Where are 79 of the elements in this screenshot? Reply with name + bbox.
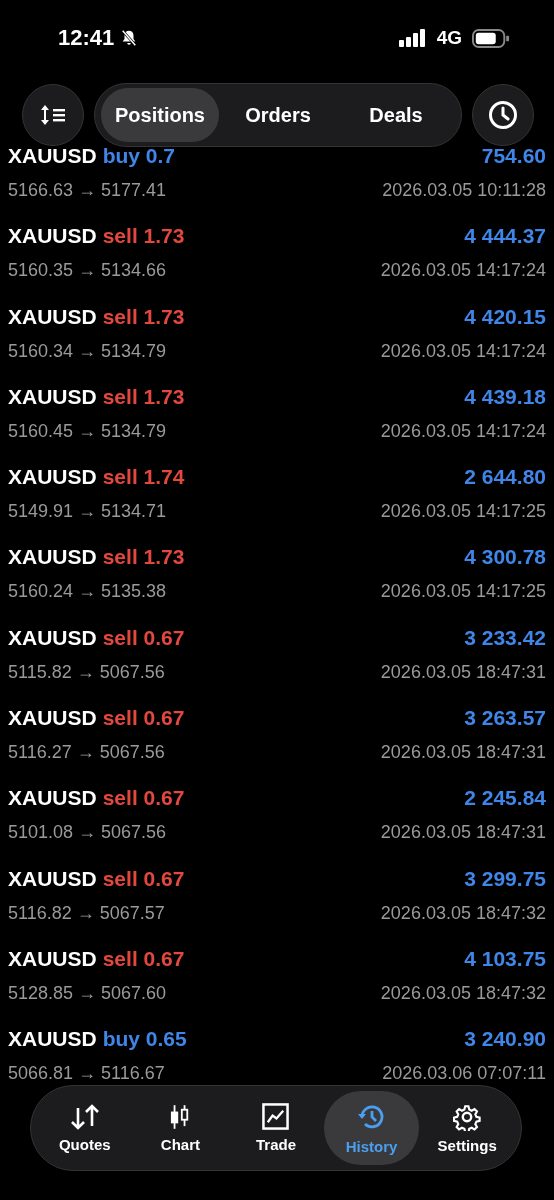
trade-side-label: sell 1.73 [102,224,185,249]
muted-bell-icon [120,29,139,47]
symbol-label: XAUUSD [8,786,97,811]
profit-value: 3 233.42 [464,625,546,650]
trade-side-label: sell 0.67 [102,946,185,971]
deal-time: 2026.03.05 18:47:32 [380,982,546,1004]
symbol-label: XAUUSD [8,465,97,490]
deal-time: 2026.03.06 07:07:11 [382,1063,546,1085]
settings-icon [453,1102,482,1131]
trade-side-label: sell 0.67 [102,866,185,891]
price-range: 5115.82 → 5067.56 [8,661,165,683]
symbol-label: XAUUSD [8,866,97,891]
price-range: 5101.08 → 5067.56 [8,822,167,844]
tab[interactable]: Positions [101,88,219,142]
trade-side-label: sell 1.73 [102,384,185,409]
price-range: 5166.63 → 5177.41 [8,180,167,201]
trade-side-label: sell 1.74 [102,465,185,490]
candlestick-icon [170,1103,191,1130]
profit-value: 4 103.75 [464,946,546,971]
deal-time: 2026.03.05 18:47:31 [380,742,546,764]
signal-icon [398,29,427,47]
profit-value: 2 644.80 [464,465,546,490]
price-range: 5160.24 → 5135.38 [8,581,167,603]
deal-time: 2026.03.05 18:47:31 [380,661,546,683]
symbol-label: XAUUSD [8,144,97,168]
trade-side-label: sell 1.73 [102,545,185,570]
profit-value: 3 240.90 [464,1027,546,1052]
price-range: 5128.85 → 5067.60 [8,982,167,1004]
symbol-label: XAUUSD [8,625,97,650]
sort-icon [40,104,66,126]
price-range: 5116.82 → 5067.57 [8,902,165,924]
nav-item[interactable]: Quotes [37,1091,133,1165]
trade-side-label: sell 0.67 [102,786,185,811]
deal-time: 2026.03.05 14:17:24 [380,260,546,282]
price-range: 5160.35 → 5134.66 [8,260,167,282]
symbol-label: XAUUSD [8,706,97,731]
trade-side-label: buy 0.65 [102,1027,187,1052]
price-range: 5160.34 → 5134.79 [8,340,167,362]
tab[interactable]: Orders [219,88,337,142]
nav-item[interactable]: Trade [228,1091,324,1165]
nav-item[interactable]: History [323,1091,420,1165]
profit-value: 4 439.18 [464,384,546,409]
deal-time: 2026.03.05 18:47:31 [380,822,546,844]
profit-value: 4 420.15 [464,304,546,329]
trade-side-label: sell 0.67 [102,706,185,731]
price-range: 5066.81 → 5116.67 [8,1063,165,1085]
price-range: 5160.45 → 5134.79 [8,420,167,442]
symbol-label: XAUUSD [8,1027,97,1052]
profit-value: 4 300.78 [464,545,546,570]
price-range: 5116.27 → 5067.56 [8,742,165,764]
symbol-label: XAUUSD [8,224,97,249]
profit-value: 3 263.57 [464,706,546,731]
nav-item[interactable]: Chart [132,1091,229,1165]
battery-icon [472,28,510,48]
deal-time: 2026.03.05 14:17:24 [380,420,546,442]
clock-icon [488,100,518,130]
up-down-arrows-icon [69,1103,100,1130]
symbol-label: XAUUSD [8,545,97,570]
trade-side-label: sell 0.67 [102,625,185,650]
line-chart-icon [262,1103,290,1130]
profit-value: 2 245.84 [464,786,546,811]
price-range: 5149.91 → 5134.71 [8,501,167,523]
profit-value: 754.60 [481,144,546,168]
deal-time: 2026.03.05 14:17:25 [380,581,546,603]
trade-side-label: buy 0.7 [102,144,176,168]
symbol-label: XAUUSD [8,384,97,409]
network-label: 4G [436,27,462,49]
symbol-label: XAUUSD [8,946,97,971]
deal-time: 2026.03.05 10:11:28 [382,180,546,201]
symbol-label: XAUUSD [8,304,97,329]
nav-item[interactable]: Settings [419,1091,515,1165]
profit-value: 3 299.75 [464,866,546,891]
tab[interactable]: Deals [337,88,455,142]
deal-time: 2026.03.05 18:47:32 [380,902,546,924]
status-time: 12:41 [58,25,115,51]
trade-side-label: sell 1.73 [102,304,185,329]
deal-time: 2026.03.05 14:17:25 [380,501,546,523]
deal-time: 2026.03.05 14:17:24 [380,340,546,362]
profit-value: 4 444.37 [464,224,546,249]
